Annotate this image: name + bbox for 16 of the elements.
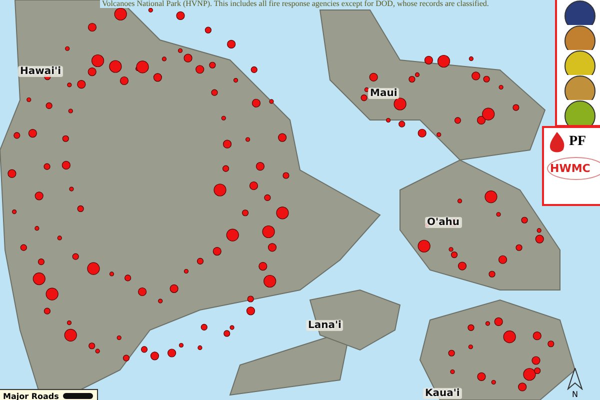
hwmc-logo: HWMC [547,157,600,180]
north-label: N [572,390,578,399]
island-label: O'ahu [425,217,462,228]
logo-text: PF [569,134,586,150]
agency-badge-icon [564,0,596,25]
island-label: Kaua'i [423,388,462,399]
island-label: Lana'i [306,320,344,331]
agency-badge-icon [564,100,596,125]
north-arrow-icon [567,368,583,390]
agency-badge-icon [564,50,596,75]
island-label: Maui [368,88,400,99]
agency-badge-icon [564,75,596,100]
legend-label: Major Roads [3,392,59,400]
map-caption: Volcanoes National Park (HVNP). This includes all fire response agencies except for DOD, whose records are classified. [100,0,491,8]
island-label: Hawai'i [18,66,64,77]
agency-badge-icon [564,25,596,50]
